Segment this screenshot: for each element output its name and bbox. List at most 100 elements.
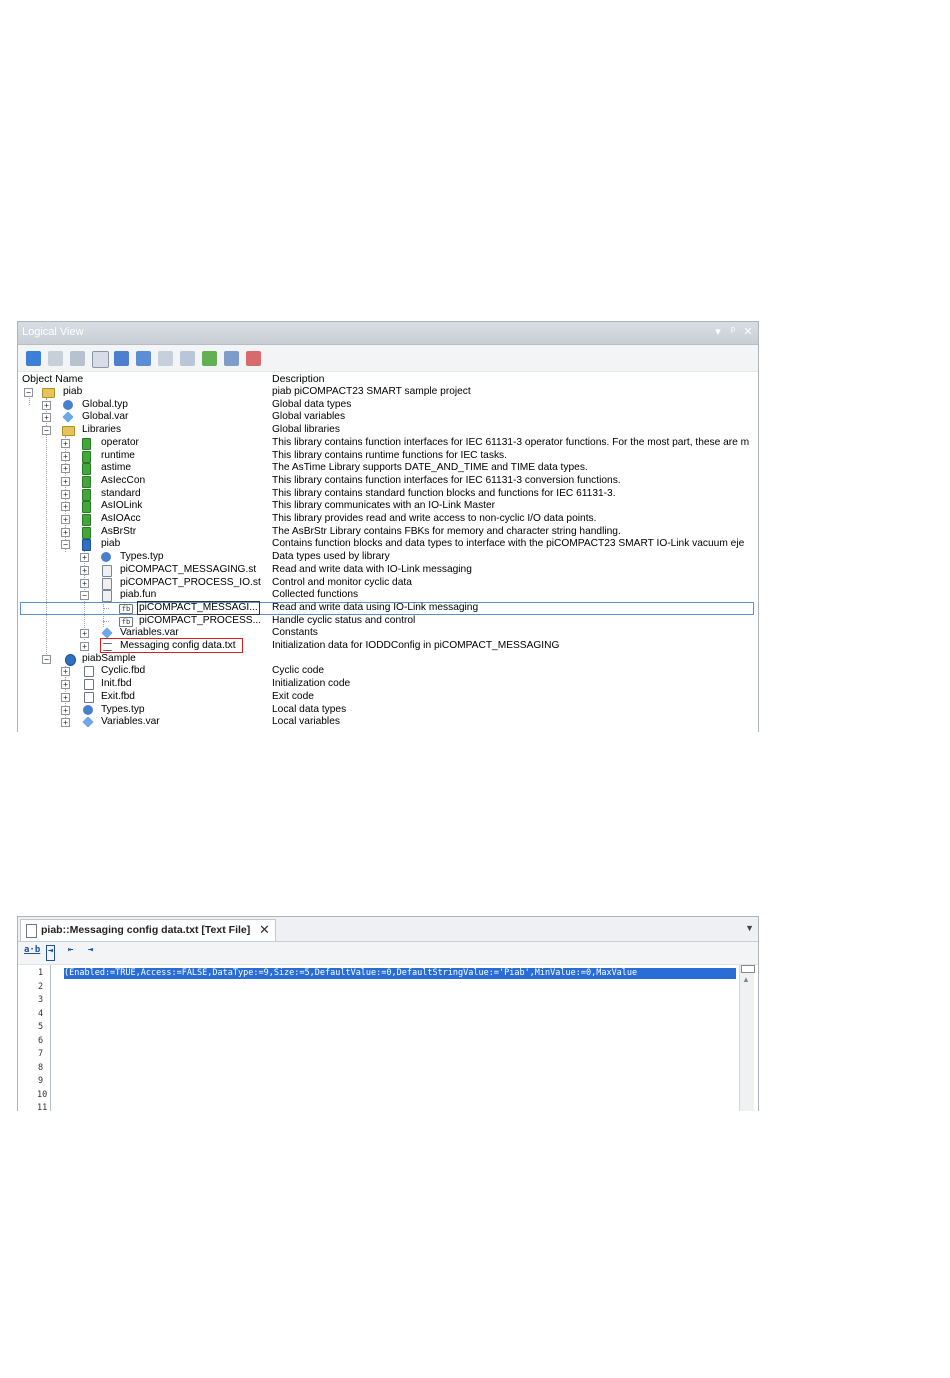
tree-row-picompact-messaging-st[interactable]: + piCOMPACT_MESSAGING.st Read and write … [18, 564, 758, 577]
collapse-icon[interactable]: − [80, 591, 89, 601]
word-wrap-icon[interactable]: a·b [24, 945, 40, 959]
column-description[interactable]: Description [272, 373, 325, 385]
expand-icon[interactable]: + [61, 464, 70, 474]
outdent-icon[interactable]: ⇥ [88, 945, 93, 959]
expand-icon[interactable]: + [61, 502, 70, 512]
tree-row-types-typ[interactable]: + Types.typ Data types used by library [18, 551, 758, 564]
expand-icon[interactable]: + [42, 413, 51, 423]
expand-icon[interactable]: + [61, 476, 70, 486]
close-tab-icon[interactable]: ✕ [259, 922, 270, 938]
move-icon[interactable] [202, 351, 217, 366]
expand-icon[interactable]: + [80, 553, 89, 563]
data-type-icon [101, 552, 111, 563]
vertical-scrollbar[interactable]: ▲ [739, 965, 755, 1111]
object-name: piCOMPACT_PROCESS... [139, 614, 262, 626]
expand-icon[interactable]: + [61, 451, 70, 461]
tree-row-global-typ[interactable]: + Global.typ Global data types [18, 399, 758, 412]
expand-icon[interactable]: + [61, 438, 70, 448]
function-block-icon: fb [119, 603, 133, 614]
tree-row-library-astime[interactable]: + astime The AsTime Library supports DAT… [18, 462, 758, 476]
expand-icon[interactable]: + [80, 578, 89, 588]
code-line-1-selected[interactable]: (Enabled:=TRUE,Access:=FALSE,DataType:=9… [64, 968, 736, 979]
expand-icon[interactable]: + [61, 705, 70, 715]
collapse-icon[interactable]: − [42, 654, 51, 664]
expand-icon[interactable]: + [61, 527, 70, 537]
edit-icon[interactable] [136, 351, 151, 366]
tab-list-dropdown-icon[interactable]: ▼ [745, 923, 754, 933]
object-name: Exit.fbd [101, 690, 135, 702]
line-number: 5 [38, 1022, 44, 1032]
expand-icon[interactable]: + [61, 667, 70, 677]
object-description: Collected functions [272, 589, 359, 601]
insert-tab-icon[interactable]: ⇥ [46, 945, 56, 961]
library-icon[interactable] [180, 351, 195, 366]
print-icon[interactable] [224, 351, 239, 366]
tree-row-cyclic-fbd[interactable]: + Cyclic.fbd Cyclic code [18, 665, 758, 678]
object-description: Read and write data with IO-Link messagi… [272, 563, 472, 575]
package-icon[interactable] [92, 351, 109, 368]
tree-row-picompact-messaging-fb[interactable]: fb piCOMPACT_MESSAGI... Read and write d… [20, 600, 754, 615]
object-name: AsIecCon [101, 474, 146, 486]
window-position-dropdown-icon[interactable]: ▾ [712, 325, 724, 338]
tree-row-local-variables-var[interactable]: + Variables.var Local variables [18, 716, 758, 729]
object-description: Contains function blocks and data types … [272, 538, 745, 550]
expand-icon[interactable]: + [80, 629, 89, 639]
tree-row-library-runtime[interactable]: + runtime This library contains runtime … [18, 450, 758, 463]
expand-icon[interactable]: + [61, 489, 70, 499]
tree-row-library-standard[interactable]: + standard This library contains standar… [18, 488, 758, 501]
tree-row-piab-fun[interactable]: − piab.fun Collected functions [18, 589, 758, 603]
column-object-name[interactable]: Object Name [22, 373, 83, 385]
tree-row-piab-project[interactable]: − piab piab piCOMPACT23 SMART sample pro… [18, 386, 758, 399]
expand-icon[interactable]: + [61, 692, 70, 702]
refresh-icon[interactable] [158, 351, 173, 366]
object-name: Libraries [82, 424, 122, 436]
tree-row-library-asieccon[interactable]: + AsIecCon This library contains functio… [18, 475, 758, 488]
tree-row-picompact-process-fb[interactable]: fb piCOMPACT_PROCESS... Handle cyclic st… [18, 615, 758, 628]
delete-icon[interactable] [246, 351, 261, 366]
fbd-file-icon [84, 679, 94, 691]
properties-icon[interactable] [70, 351, 85, 366]
tree-row-library-piab[interactable]: − piab Contains function blocks and data… [18, 538, 758, 552]
tree-row-piabsample[interactable]: − piabSample [18, 653, 758, 666]
tree-row-library-asbrstr[interactable]: + AsBrStr The AsBrStr Library contains F… [18, 526, 758, 539]
tree-row-global-var[interactable]: + Global.var Global variables [18, 411, 758, 424]
new-object-icon[interactable] [26, 351, 41, 366]
expand-icon[interactable]: + [80, 642, 89, 651]
tree-row-library-asiolink[interactable]: + AsIOLink This library communicates wit… [18, 500, 758, 514]
expand-icon[interactable]: + [42, 400, 51, 410]
pin-icon[interactable]: ᵖ [727, 325, 739, 337]
line-number: 6 [38, 1035, 44, 1046]
table-icon[interactable] [48, 351, 63, 366]
variable-icon [82, 716, 94, 728]
tree-row-exit-fbd[interactable]: + Exit.fbd Exit code [18, 691, 758, 704]
close-icon[interactable]: ✕ [742, 325, 754, 338]
library-icon [82, 514, 91, 526]
collapse-icon[interactable]: − [24, 388, 33, 397]
logical-view-title: Logical View [22, 326, 84, 338]
tree-row-picompact-process-io-st[interactable]: + piCOMPACT_PROCESS_IO.st Control and mo… [18, 577, 758, 590]
object-description: Local data types [272, 703, 347, 715]
expand-icon[interactable]: + [61, 680, 70, 690]
tree-row-library-operator[interactable]: + operator This library contains functio… [18, 437, 758, 450]
editor-body[interactable]: 1 2 3 4 5 6 7 8 9 10 11 (Enabled:=TRUE,A… [18, 965, 758, 1111]
tree-row-init-fbd[interactable]: + Init.fbd Initialization code [18, 678, 758, 691]
logical-view-toolbar [18, 345, 758, 372]
library-icon [82, 463, 91, 476]
collapse-icon[interactable]: − [42, 426, 51, 436]
reorder-icon[interactable] [114, 351, 129, 366]
object-name: operator [101, 436, 139, 448]
expand-icon[interactable]: + [61, 515, 70, 524]
expand-icon[interactable]: + [80, 565, 89, 575]
scrollbar-thumb[interactable] [741, 965, 755, 973]
scroll-up-icon[interactable]: ▲ [742, 975, 750, 984]
object-description: Initialization code [272, 678, 351, 690]
object-name: Global.typ [82, 398, 128, 410]
tree-row-local-types-typ[interactable]: + Types.typ Local data types [18, 704, 758, 717]
collapse-icon[interactable]: − [61, 540, 70, 550]
expand-icon[interactable]: + [61, 718, 70, 728]
tree-row-libraries[interactable]: − Libraries Global libraries [18, 424, 758, 437]
indent-icon[interactable]: ⇤ [68, 945, 73, 959]
tree-row-library-asioacc[interactable]: + AsIOAcc This library provides read and… [18, 513, 758, 526]
structured-text-file-icon [102, 564, 112, 577]
editor-tab[interactable]: piab::Messaging config data.txt [Text Fi… [20, 919, 276, 941]
